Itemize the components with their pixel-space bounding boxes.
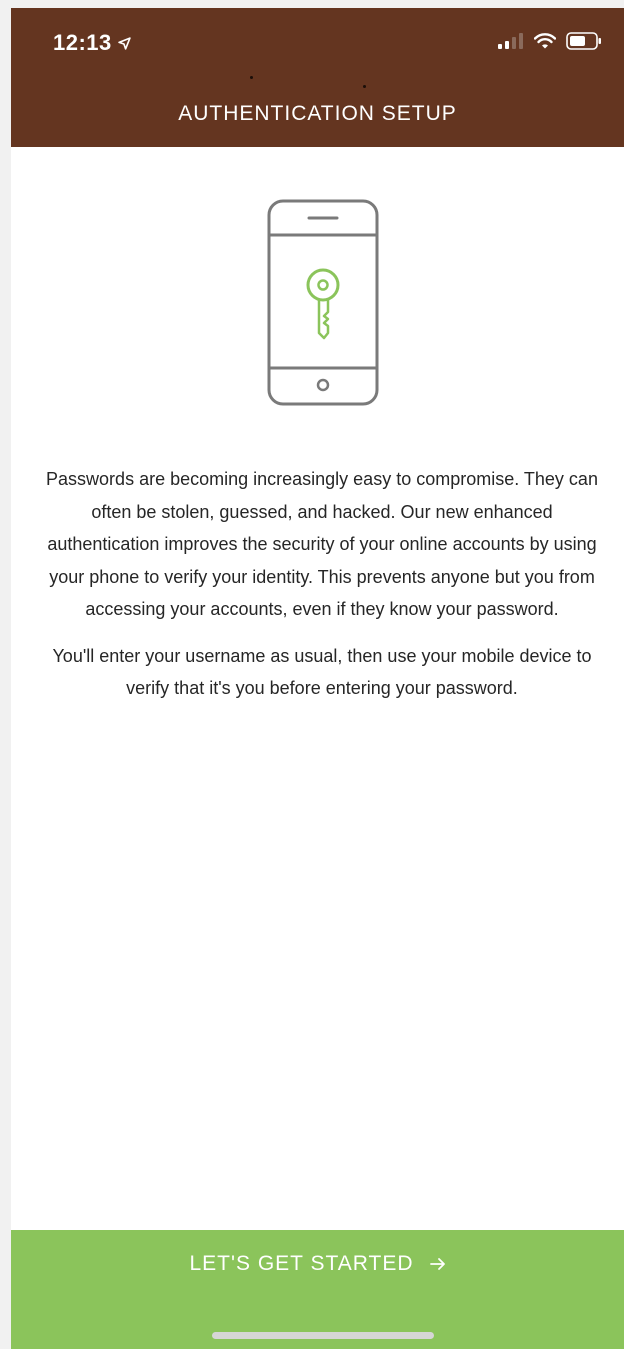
time-text: 12:13 xyxy=(53,30,112,55)
lets-get-started-button[interactable]: LET'S GET STARTED xyxy=(11,1230,624,1349)
status-bar-time: 12:13 xyxy=(53,30,131,56)
camera-dot xyxy=(250,76,253,79)
arrow-right-icon xyxy=(429,1258,445,1270)
home-indicator[interactable] xyxy=(212,1332,434,1339)
location-arrow-icon xyxy=(118,36,131,50)
intro-paragraph-1: Passwords are becoming increasingly easy… xyxy=(46,469,598,619)
cta-label: LET'S GET STARTED xyxy=(189,1252,414,1275)
intro-paragraph-2: You'll enter your username as usual, the… xyxy=(52,645,592,699)
app-screen: 12:13 AUTHENTICATION SETUP Passwords are… xyxy=(11,8,624,1349)
app-header: 12:13 AUTHENTICATION SETUP xyxy=(11,8,624,147)
status-bar-indicators xyxy=(498,32,602,50)
intro-text: Passwords are becoming increasingly easy… xyxy=(36,463,608,719)
phone-with-key-icon xyxy=(266,198,380,408)
key-icon xyxy=(306,268,340,340)
page-title: AUTHENTICATION SETUP xyxy=(178,102,457,125)
sensor-dot xyxy=(363,85,366,88)
battery-icon xyxy=(566,32,601,50)
cta-content: LET'S GET STARTED xyxy=(11,1252,624,1276)
cellular-signal-icon xyxy=(498,33,523,49)
wifi-icon xyxy=(534,33,556,49)
